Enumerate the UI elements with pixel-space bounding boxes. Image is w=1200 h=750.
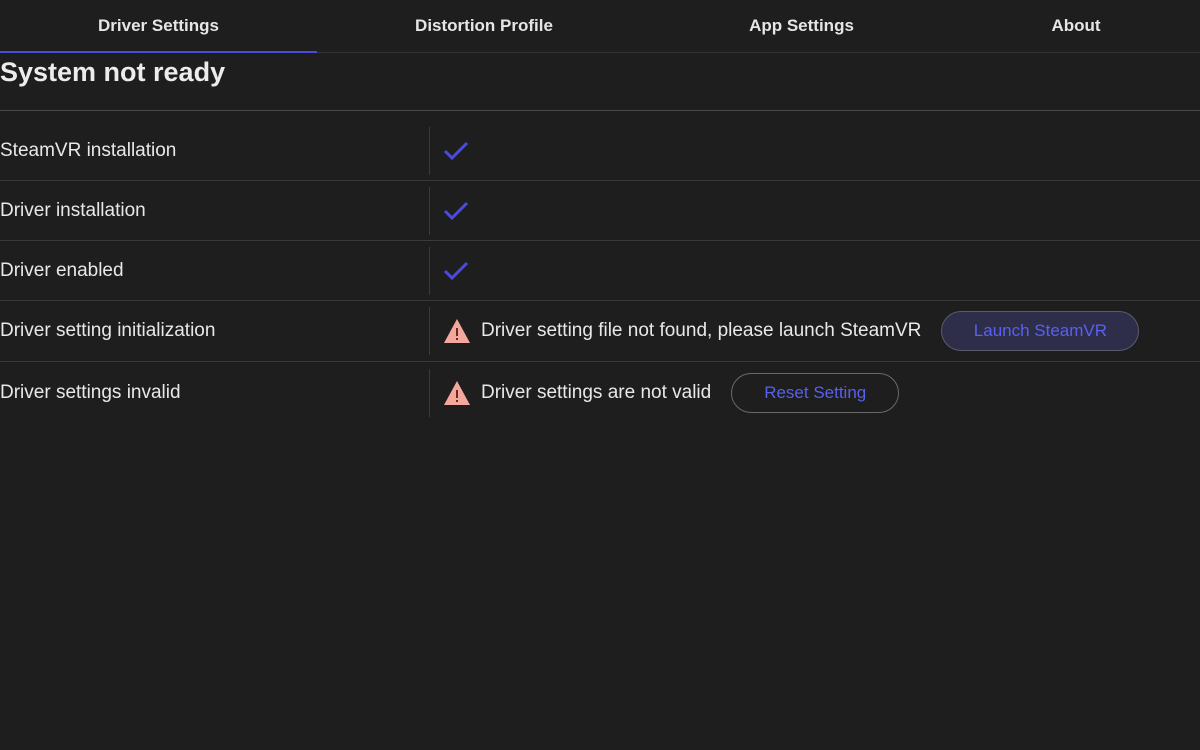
tab-distortion-profile[interactable]: Distortion Profile bbox=[317, 0, 651, 52]
status-row-value bbox=[429, 246, 1200, 295]
status-row-label: SteamVR installation bbox=[0, 139, 177, 161]
tab-driver-settings[interactable]: Driver Settings bbox=[0, 0, 317, 53]
tab-app-settings[interactable]: App Settings bbox=[651, 0, 952, 52]
status-row-label: Driver setting initialization bbox=[0, 320, 216, 341]
status-message: Driver settings are not valid bbox=[481, 381, 712, 403]
status-list: SteamVR installation Driver installation… bbox=[0, 121, 1200, 423]
check-icon bbox=[443, 141, 469, 160]
status-row-value bbox=[429, 126, 1200, 175]
tab-bar: Driver Settings Distortion Profile App S… bbox=[0, 0, 1200, 53]
page-title: System not ready bbox=[0, 53, 1200, 111]
check-icon bbox=[443, 201, 469, 220]
status-message: Driver setting file not found, please la… bbox=[481, 320, 922, 341]
tab-about[interactable]: About bbox=[952, 0, 1200, 52]
status-row-label: Driver installation bbox=[0, 199, 146, 221]
reset-setting-button[interactable]: Reset Setting bbox=[731, 372, 900, 413]
status-row-value: Driver setting file not found, please la… bbox=[429, 307, 1200, 355]
warning-triangle-icon bbox=[444, 319, 470, 343]
status-row-label: Driver enabled bbox=[0, 259, 124, 281]
check-icon bbox=[443, 261, 469, 280]
status-row-label: Driver settings invalid bbox=[0, 381, 181, 403]
status-row: SteamVR installation bbox=[0, 121, 1200, 181]
status-row: Driver installation bbox=[0, 181, 1200, 241]
status-row-value: Driver settings are not valid Reset Sett… bbox=[429, 368, 1200, 417]
status-row: Driver setting initialization Driver set… bbox=[0, 301, 1200, 362]
status-row: Driver settings invalid Driver settings … bbox=[0, 362, 1200, 423]
warning-triangle-icon bbox=[444, 380, 470, 405]
status-row-value bbox=[429, 186, 1200, 235]
status-row: Driver enabled bbox=[0, 241, 1200, 301]
launch-steamvr-button[interactable]: Launch SteamVR bbox=[941, 311, 1140, 351]
